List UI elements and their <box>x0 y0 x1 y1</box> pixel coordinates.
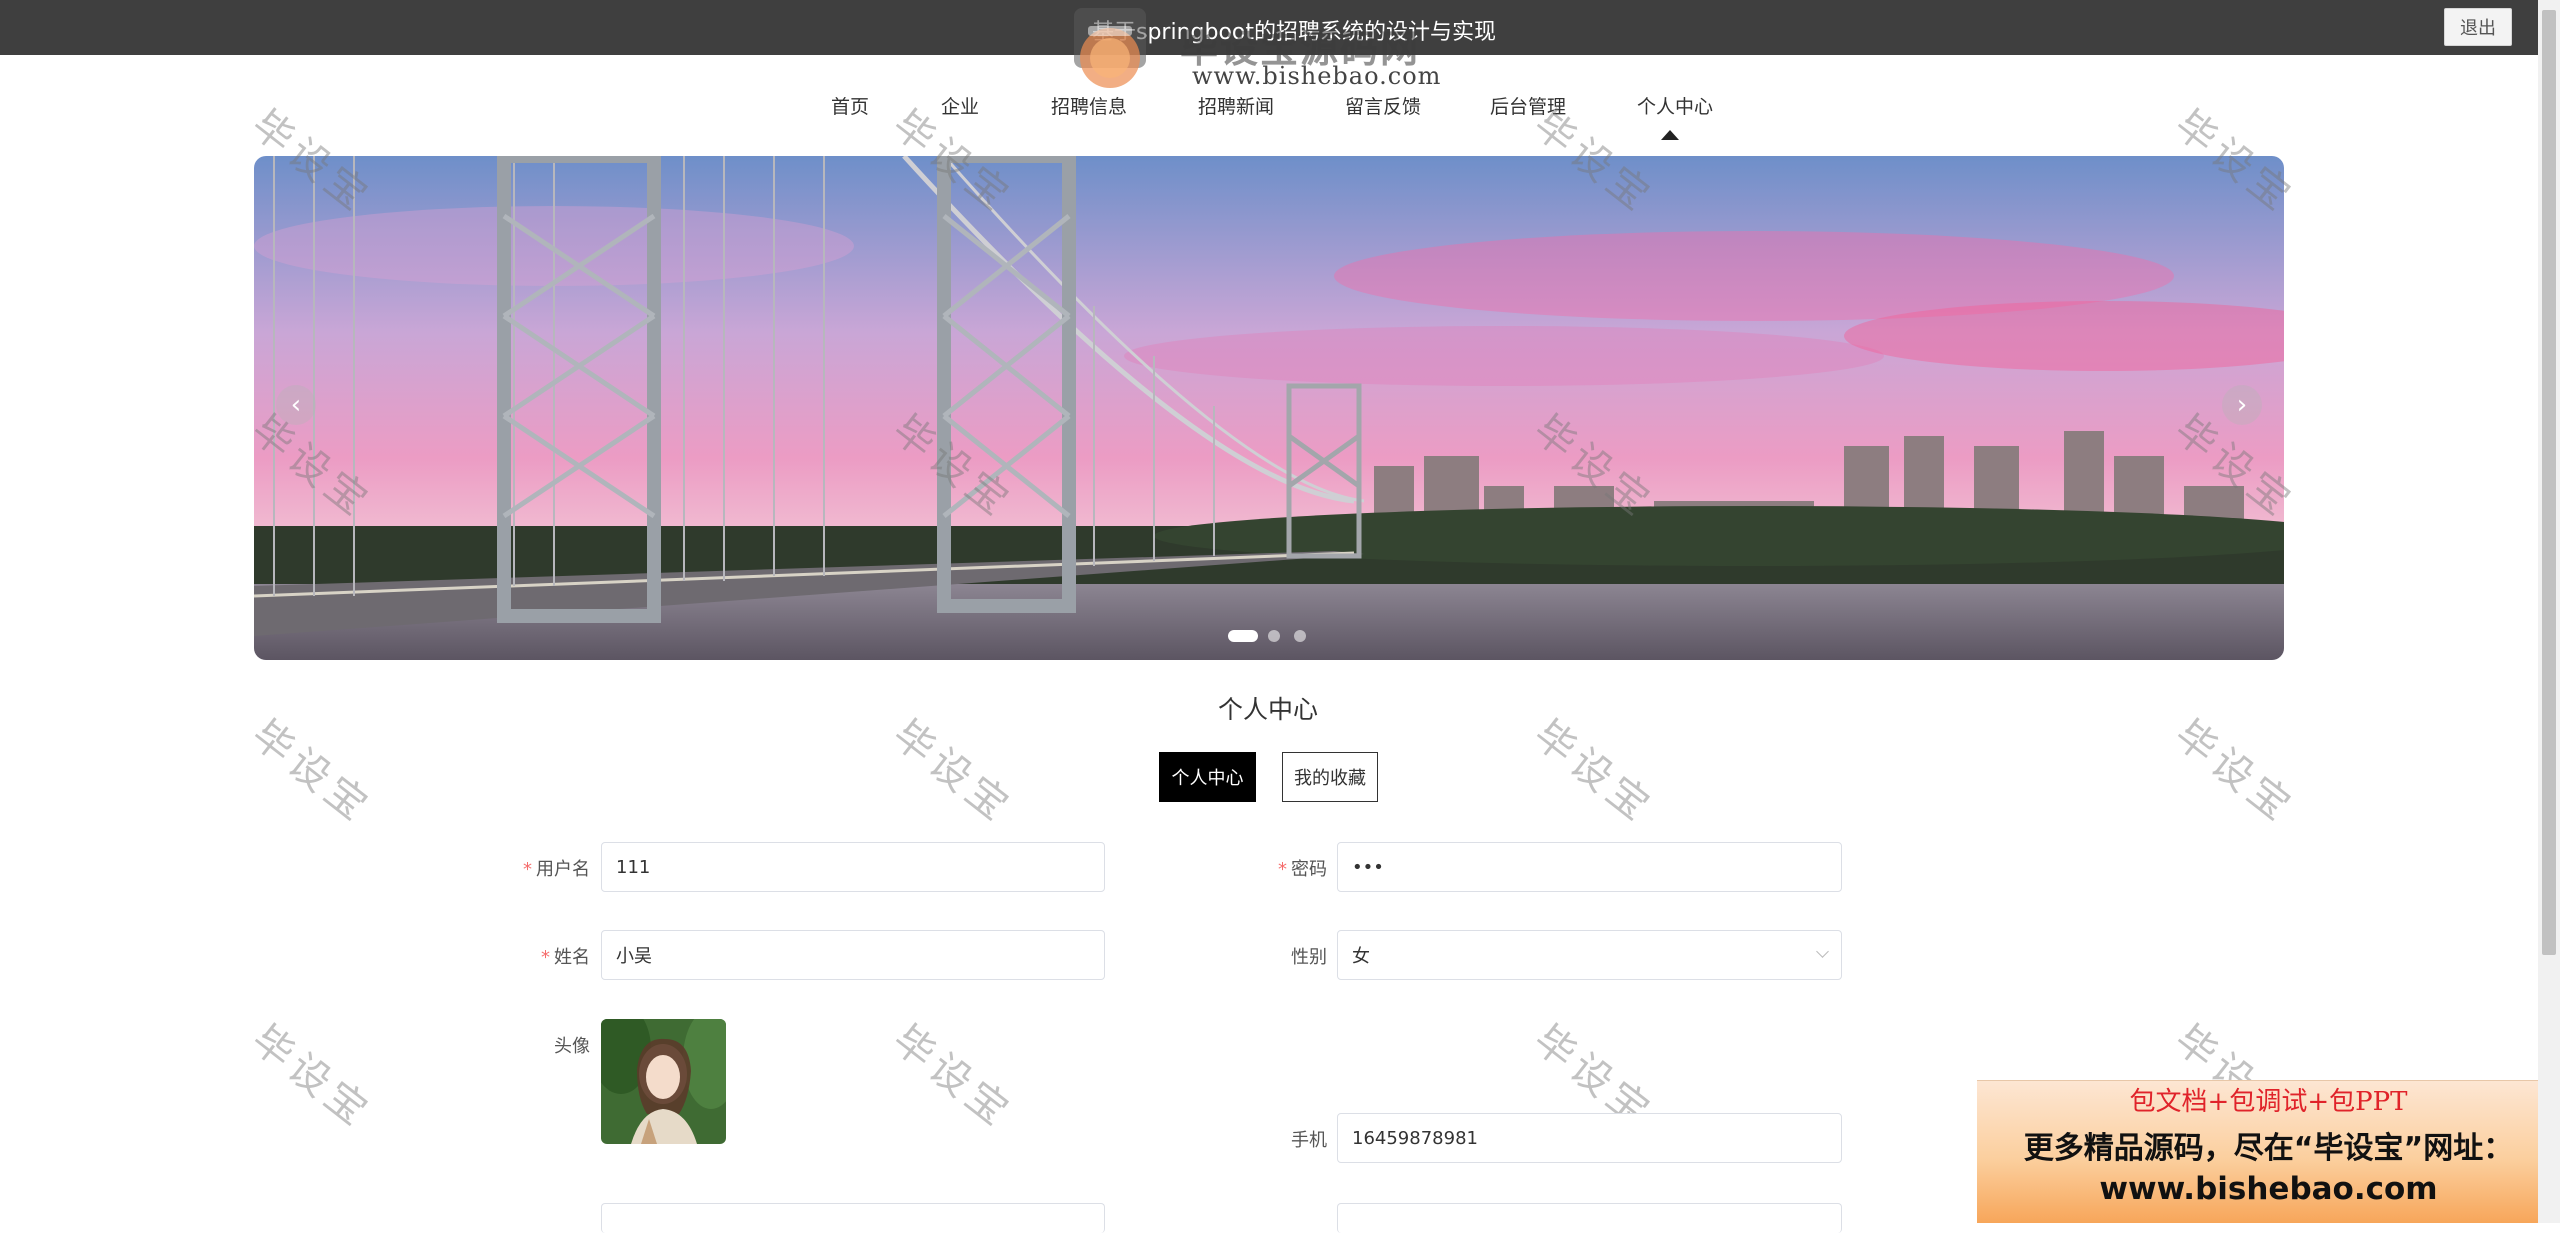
brand-logo <box>1074 8 1146 88</box>
avatar[interactable] <box>601 1019 726 1144</box>
scrollbar-thumb[interactable] <box>2542 10 2556 955</box>
promo-banner[interactable]: 包文档+包调试+包PPT 更多精品源码，尽在“毕设宝”网址： www.bishe… <box>1977 1080 2560 1223</box>
avatar-image <box>601 1019 726 1144</box>
required-mark: * <box>523 859 532 880</box>
banner-image <box>254 156 2284 660</box>
promo-url: www.bishebao.com <box>2099 1171 2438 1207</box>
nav-item-company[interactable]: 企业 <box>941 92 979 119</box>
tab-profile[interactable]: 个人中心 <box>1159 752 1256 802</box>
page-scrollbar[interactable] <box>2538 0 2560 1223</box>
required-mark: * <box>1278 859 1287 880</box>
nav-active-caret-icon <box>1661 130 1679 140</box>
tab-favorites[interactable]: 我的收藏 <box>1282 752 1378 802</box>
nav-item-feedback[interactable]: 留言反馈 <box>1345 92 1421 119</box>
logout-button[interactable]: 退出 <box>2444 8 2512 46</box>
carousel-dot-2[interactable] <box>1268 630 1280 642</box>
promo-line-2: 更多精品源码，尽在“毕设宝”网址： <box>2023 1131 2514 1166</box>
phone-label: 手机 <box>1291 1130 1327 1151</box>
next-field-partial[interactable] <box>601 1203 1105 1233</box>
nav-item-profile[interactable]: 个人中心 <box>1637 92 1713 119</box>
nav-item-news[interactable]: 招聘新闻 <box>1198 92 1274 119</box>
username-label: * 用户名 <box>523 859 590 880</box>
watermark-text: 毕设宝 <box>1525 711 1663 833</box>
carousel-dot-3[interactable] <box>1294 630 1306 642</box>
username-field[interactable]: 111 <box>601 842 1105 892</box>
watermark-text: 毕设宝 <box>243 1016 381 1138</box>
gender-label: 性别 <box>1291 947 1327 968</box>
carousel-next-button[interactable]: › <box>2222 385 2262 425</box>
chevron-right-icon: › <box>2236 390 2248 420</box>
nav-item-home[interactable]: 首页 <box>831 92 869 119</box>
watermark-text: 毕设宝 <box>884 1016 1022 1138</box>
name-field[interactable]: 小吴 <box>601 930 1105 980</box>
gender-select-value: 女 <box>1352 946 1370 967</box>
nav-item-admin[interactable]: 后台管理 <box>1490 92 1566 119</box>
watermark-text: 毕设宝 <box>243 711 381 833</box>
gender-select[interactable]: 女 <box>1337 930 1842 980</box>
brand-url: www.bishebao.com <box>1192 62 1442 90</box>
promo-line-1: 包文档+包调试+包PPT <box>2129 1087 2408 1117</box>
name-label: * 姓名 <box>541 947 590 968</box>
required-mark: * <box>541 947 550 968</box>
phone-field[interactable]: 16459878981 <box>1337 1113 1842 1163</box>
carousel-dot-1[interactable] <box>1228 630 1258 642</box>
next-field-partial[interactable] <box>1337 1203 1842 1233</box>
nav-item-jobs[interactable]: 招聘信息 <box>1051 92 1127 119</box>
chevron-left-icon: ‹ <box>290 390 302 420</box>
watermark-text: 毕设宝 <box>2166 711 2304 833</box>
carousel-prev-button[interactable]: ‹ <box>276 385 316 425</box>
avatar-label: 头像 <box>554 1036 590 1057</box>
password-label: * 密码 <box>1278 859 1327 880</box>
banner-carousel[interactable] <box>254 156 2284 660</box>
page-title: 个人中心 <box>1217 695 1318 724</box>
password-field[interactable]: ••• <box>1337 842 1842 892</box>
chevron-down-icon <box>1816 945 1829 958</box>
watermark-text: 毕设宝 <box>884 711 1022 833</box>
